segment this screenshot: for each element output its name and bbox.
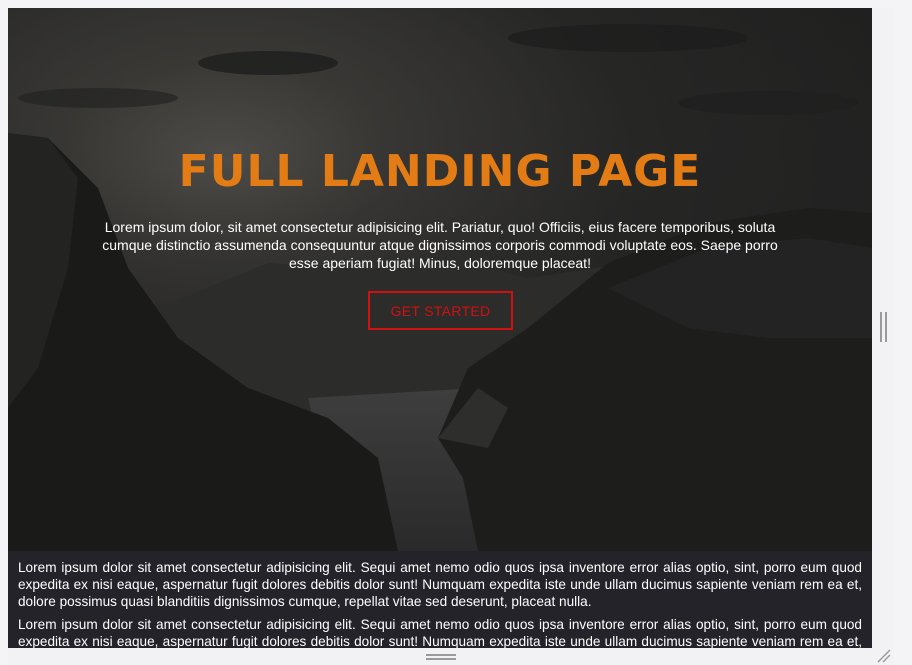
- get-started-button[interactable]: GET STARTED: [368, 291, 513, 330]
- hero-description: Lorem ipsum dolor, sit amet consectetur …: [102, 219, 778, 271]
- content-paragraph: Lorem ipsum dolor sit amet consectetur a…: [18, 560, 862, 609]
- horizontal-resize-handle-icon[interactable]: [426, 654, 456, 660]
- hero-background-image: [8, 8, 872, 551]
- resize-grip-icon[interactable]: [874, 646, 892, 664]
- vertical-resize-handle-icon[interactable]: [880, 312, 888, 342]
- hero-section: FULL LANDING PAGE Lorem ipsum dolor, sit…: [8, 8, 872, 551]
- hero-title: FULL LANDING PAGE: [178, 146, 702, 197]
- page-viewport[interactable]: FULL LANDING PAGE Lorem ipsum dolor, sit…: [8, 8, 872, 648]
- preview-frame: FULL LANDING PAGE Lorem ipsum dolor, sit…: [0, 0, 912, 665]
- content-section: Lorem ipsum dolor sit amet consectetur a…: [8, 551, 872, 648]
- content-paragraph: Lorem ipsum dolor sit amet consectetur a…: [18, 617, 862, 648]
